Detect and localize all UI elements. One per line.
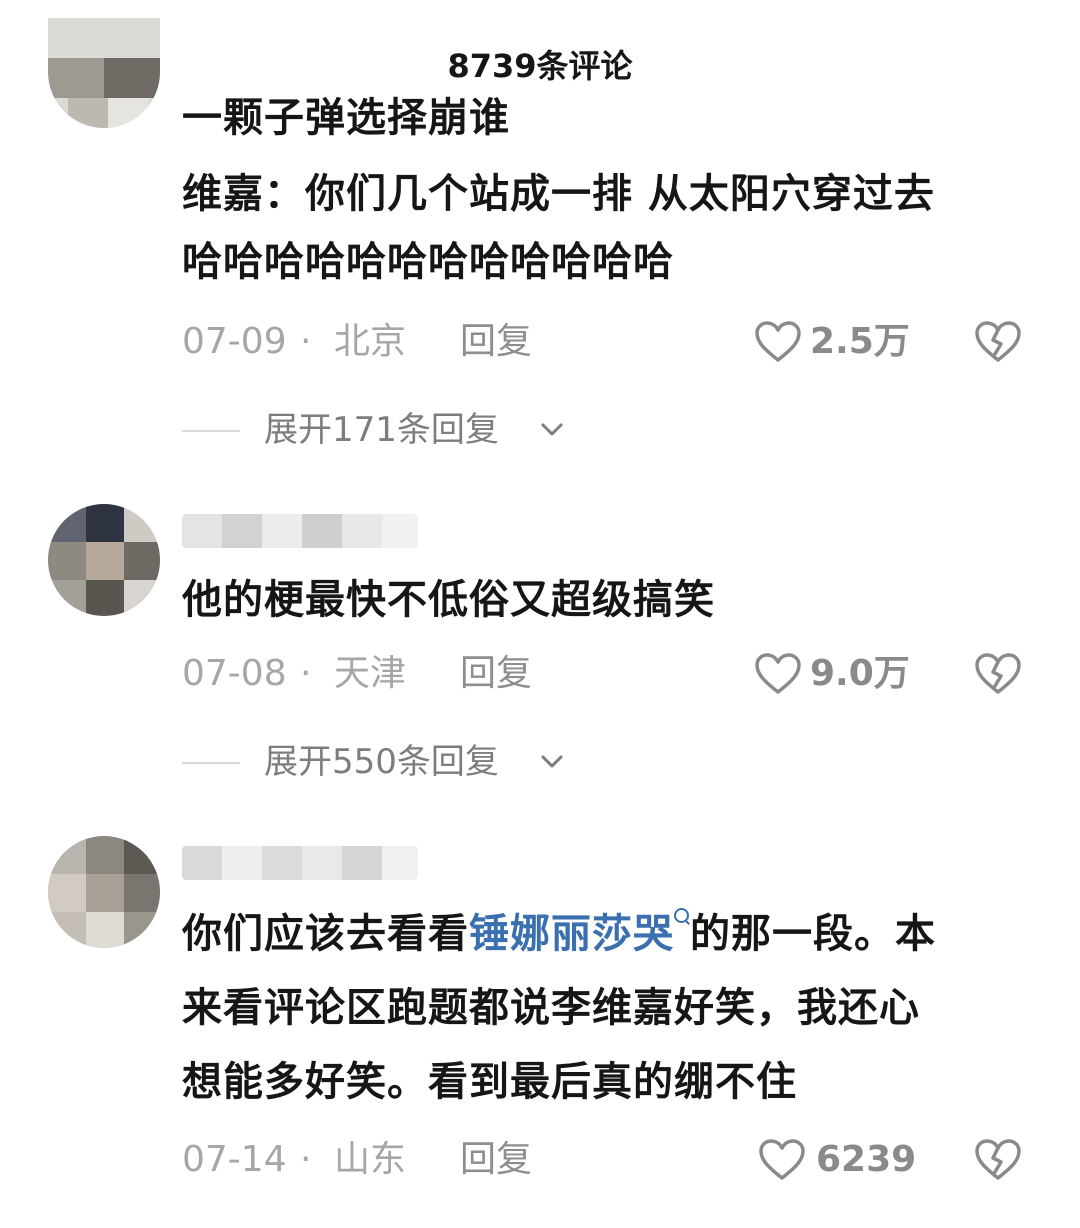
username-blurred[interactable] [182,514,418,548]
separator-dot: · [300,653,312,694]
comment-line: 哈哈哈哈哈哈哈哈哈哈哈哈 [182,239,674,285]
comment-count-title: 8739条评论 [447,47,633,85]
avatar[interactable] [48,836,160,948]
comment-line: 想能多好笑。看到最后真的绷不住 [182,1059,797,1105]
comment-body: 你们应该去看看锤娜丽莎哭 的那一段。本 来看评论区跑题都说李维嘉好笑，我还心 想能… [182,900,1032,1116]
heart-outline-icon[interactable] [754,652,802,696]
search-icon[interactable] [674,908,690,930]
comment-line: 来看评论区跑题都说李维嘉好笑，我还心 [182,985,920,1031]
reply-button[interactable]: 回复 [460,650,532,698]
like-count: 6239 [816,1139,917,1180]
comment-text: 的那一段。本 [690,911,936,957]
comment-location: 天津 [334,653,407,694]
comment-meta: 07-14 · 山东 回复 6239 [182,1136,1032,1184]
reply-button[interactable]: 回复 [460,1136,532,1184]
comment-text: 你们应该去看看 [182,911,469,957]
like-count: 2.5万 [810,321,910,362]
chevron-down-icon [541,423,563,436]
comment-body: 他的梗最快不低俗又超级搞笑 [182,566,1032,634]
comment-meta: 07-09 · 北京 回复 2.5万 [182,318,1032,366]
divider-line [182,762,240,764]
comment-line: 维嘉：你们几个站成一排 从太阳穴穿过去 [182,171,935,217]
comment-meta: 07-08 · 天津 回复 9.0万 [182,650,1032,698]
comment-line: 他的梗最快不低俗又超级搞笑 [182,577,715,623]
broken-heart-icon[interactable] [974,652,1022,696]
heart-outline-icon[interactable] [754,320,802,364]
comment-line: 一颗子弹选择崩谁 [182,95,510,141]
reply-button[interactable]: 回复 [460,318,532,366]
expand-replies-label: 展开171条回复 [264,410,499,450]
comment-location: 山东 [334,1139,407,1180]
separator-dot: · [300,1139,312,1180]
comment-body: 一颗子弹选择崩谁 维嘉：你们几个站成一排 从太阳穴穿过去 哈哈哈哈哈哈哈哈哈哈哈… [182,84,1032,296]
comment-date: 07-14 [182,1139,287,1180]
divider-line [182,430,240,432]
topic-link[interactable]: 锤娜丽莎哭 [469,911,674,957]
like-count: 9.0万 [810,653,910,694]
broken-heart-icon[interactable] [974,320,1022,364]
comment-date: 07-08 [182,653,287,694]
expand-replies-label: 展开550条回复 [264,742,499,782]
comment-line: 你们应该去看看锤娜丽莎哭 的那一段。本 [182,900,1032,968]
expand-replies-button[interactable]: 展开171条回复 [182,406,602,454]
comment-location: 北京 [334,321,407,362]
comment-date: 07-09 [182,321,287,362]
avatar[interactable] [48,18,160,128]
avatar[interactable] [48,504,160,616]
separator-dot: · [300,321,312,362]
broken-heart-icon[interactable] [974,1138,1022,1182]
chevron-down-icon [541,755,563,768]
username-blurred[interactable] [182,846,418,880]
heart-outline-icon[interactable] [758,1138,806,1182]
expand-replies-button[interactable]: 展开550条回复 [182,738,602,786]
